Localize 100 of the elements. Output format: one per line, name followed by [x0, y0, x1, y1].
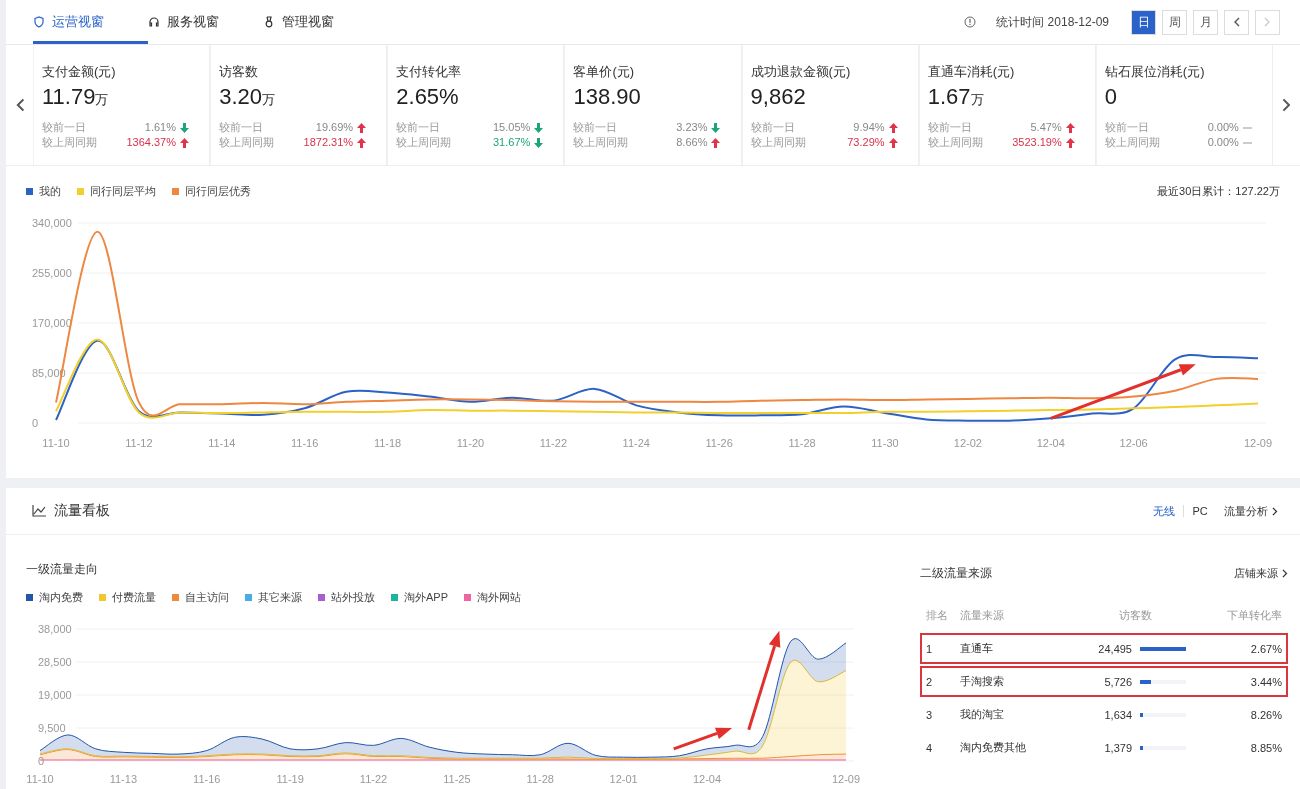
total-summary: 最近30日累计：127.22万 [1157, 184, 1280, 199]
metric-value: 9,862 [750, 84, 807, 110]
visitors-cell-text: 1,634 [1103, 708, 1132, 721]
comparison-label: 较前一日 [750, 120, 796, 135]
legend-label: 站外投放 [331, 590, 375, 605]
x-tick-label: 11-12 [125, 437, 153, 449]
comparison-label: 较上周同期 [750, 135, 807, 150]
legend-label: 自主访问 [185, 590, 229, 605]
x-tick-label: 11-19 [276, 773, 304, 785]
previous-button[interactable] [1224, 9, 1249, 35]
comparison-label: 较上周同期 [42, 135, 98, 150]
comparison-label: 较前一日 [42, 120, 87, 135]
comparison-value: 73.29% [846, 135, 885, 150]
source-cell-text: 淘内免费其他 [960, 740, 1027, 755]
comparison-value: 19.69% [314, 120, 354, 135]
source-row[interactable]: 3 我的淘宝 1,634 8.26% [920, 699, 1288, 730]
metric-title: 支付转化率 [396, 63, 463, 81]
metric-value: 0 [1104, 84, 1119, 110]
comparison-label: 较前一日 [396, 120, 442, 135]
x-tick-label: 11-30 [871, 437, 899, 449]
comparison-label: 较上周同期 [1104, 135, 1161, 150]
comparison-label: 较前一日 [219, 120, 265, 135]
legend-label: 淘内免费 [39, 590, 83, 605]
source-cell-text: 我的淘宝 [960, 707, 1005, 722]
x-tick-label: 11-10 [26, 773, 54, 785]
source-row[interactable]: 1 直通车 24,495 2.67% [920, 633, 1288, 664]
metric-card[interactable]: 直通车消耗(元) 1.67万 较前一日 5.47% 较上周同期 3523.19% [918, 45, 1096, 165]
x-tick-label: 11-22 [539, 437, 568, 449]
comparison-value: 31.67% [491, 135, 531, 150]
x-tick-label: 11-26 [705, 437, 733, 449]
y-tick-label: 340,000 [32, 217, 72, 229]
metric-card[interactable]: 支付金额(元) 11.79万 较前一日 1.61% 较上周同期 1364.37% [33, 45, 211, 165]
x-tick-label: 11-18 [373, 437, 402, 449]
x-tick-label: 11-16 [193, 773, 221, 785]
period-button[interactable]: 月 [1193, 9, 1218, 35]
y-tick-label: 255,000 [32, 267, 72, 279]
view-tab[interactable]: 管理视窗 [263, 0, 378, 44]
panel-title: 流量看板 [54, 502, 110, 520]
x-tick-label: 12-01 [609, 773, 638, 785]
x-tick-label: 11-28 [526, 773, 554, 785]
metric-title: 客单价(元) [573, 63, 636, 81]
x-tick-label: 11-14 [208, 437, 236, 449]
metric-card[interactable]: 成功退款金额(元) 9,862 较前一日 9.94% 较上周同期 73.29% [741, 45, 919, 165]
rank-cell-text: 1 [926, 642, 934, 655]
chevron-right-icon [1264, 17, 1271, 27]
annotation-arrow [673, 727, 733, 751]
column-header: 流量来源 [960, 608, 1005, 623]
view-tab[interactable]: 运营视窗 [33, 0, 148, 44]
period-button[interactable]: 日 [1131, 9, 1156, 35]
section-title: 一级流量走向 [26, 561, 99, 578]
rate-cell-text: 8.26% [1249, 708, 1282, 721]
view-tab[interactable]: 服务视窗 [148, 0, 263, 44]
legend-label: 淘外网站 [477, 590, 521, 605]
period-button[interactable]: 周 [1162, 9, 1187, 35]
x-tick-label: 12-06 [1119, 437, 1148, 449]
column-header: 访客数 [1118, 608, 1153, 623]
x-tick-label: 11-24 [622, 437, 650, 449]
metric-card[interactable]: 访客数 3.20万 较前一日 19.69% 较上周同期 1872.31% [210, 45, 388, 165]
comparison-value: 0.00% [1206, 120, 1239, 135]
comparison-label: 较上周同期 [396, 135, 453, 150]
metric-title: 直通车消耗(元) [927, 63, 1016, 81]
metric-card[interactable]: 客单价(元) 138.90 较前一日 3.23% 较上周同期 8.66% [564, 45, 742, 165]
comparison-value: 1364.37% [125, 135, 176, 150]
source-row[interactable]: 2 手淘搜索 5,726 3.44% [920, 666, 1288, 697]
metric-card[interactable]: 支付转化率 2.65% 较前一日 15.05% 较上周同期 31.67% [387, 45, 565, 165]
visitors-cell-text: 24,495 [1097, 642, 1132, 655]
comparison-value: 0.00% [1206, 135, 1239, 150]
y-tick-label: 28,500 [38, 656, 72, 668]
comparison-value: 8.66% [675, 135, 708, 150]
info-icon[interactable] [964, 16, 977, 28]
legend-label: 我的 [39, 184, 61, 199]
line-chart-icon [32, 505, 46, 517]
column-header: 排名 [926, 608, 949, 623]
shop-source-link[interactable]: 店铺来源 [1233, 566, 1288, 581]
analysis-link[interactable]: 流量分析 [1223, 503, 1278, 519]
metric-card[interactable]: 钻石展位消耗(元) 0 较前一日 0.00% 较上周同期 0.00% [1095, 45, 1273, 165]
x-tick-label: 11-10 [42, 437, 70, 449]
comparison-label: 较上周同期 [219, 135, 276, 150]
comparison-value: 3523.19% [1011, 135, 1062, 150]
rank-cell-text: 3 [926, 708, 934, 721]
metric-title: 成功退款金额(元) [750, 63, 852, 81]
x-tick-label: 12-02 [953, 437, 982, 449]
section-title: 二级流量来源 [920, 565, 992, 582]
visitors-cell-text: 1,379 [1103, 741, 1132, 754]
channel-toggle[interactable]: PC [1192, 505, 1208, 517]
x-tick-label: 12-04 [692, 773, 722, 785]
y-tick-label: 0 [32, 417, 39, 429]
comparison-label: 较前一日 [573, 120, 619, 135]
chevron-right-icon [1281, 569, 1288, 578]
source-row[interactable]: 4 淘内免费其他 1,379 8.85% [920, 732, 1288, 763]
visitors-cell-text: 5,726 [1103, 675, 1132, 688]
chevron-right-icon [1271, 506, 1278, 516]
headset-icon [148, 16, 160, 28]
rank-cell-text: 4 [926, 741, 934, 754]
x-tick-label: 11-13 [109, 773, 138, 785]
metric-value: 2.65% [396, 84, 460, 110]
y-tick-label: 19,000 [38, 689, 72, 701]
channel-toggle[interactable]: 无线 [1153, 503, 1176, 519]
rank-cell-text: 2 [926, 675, 934, 688]
comparison-value: 1.61% [143, 120, 176, 135]
